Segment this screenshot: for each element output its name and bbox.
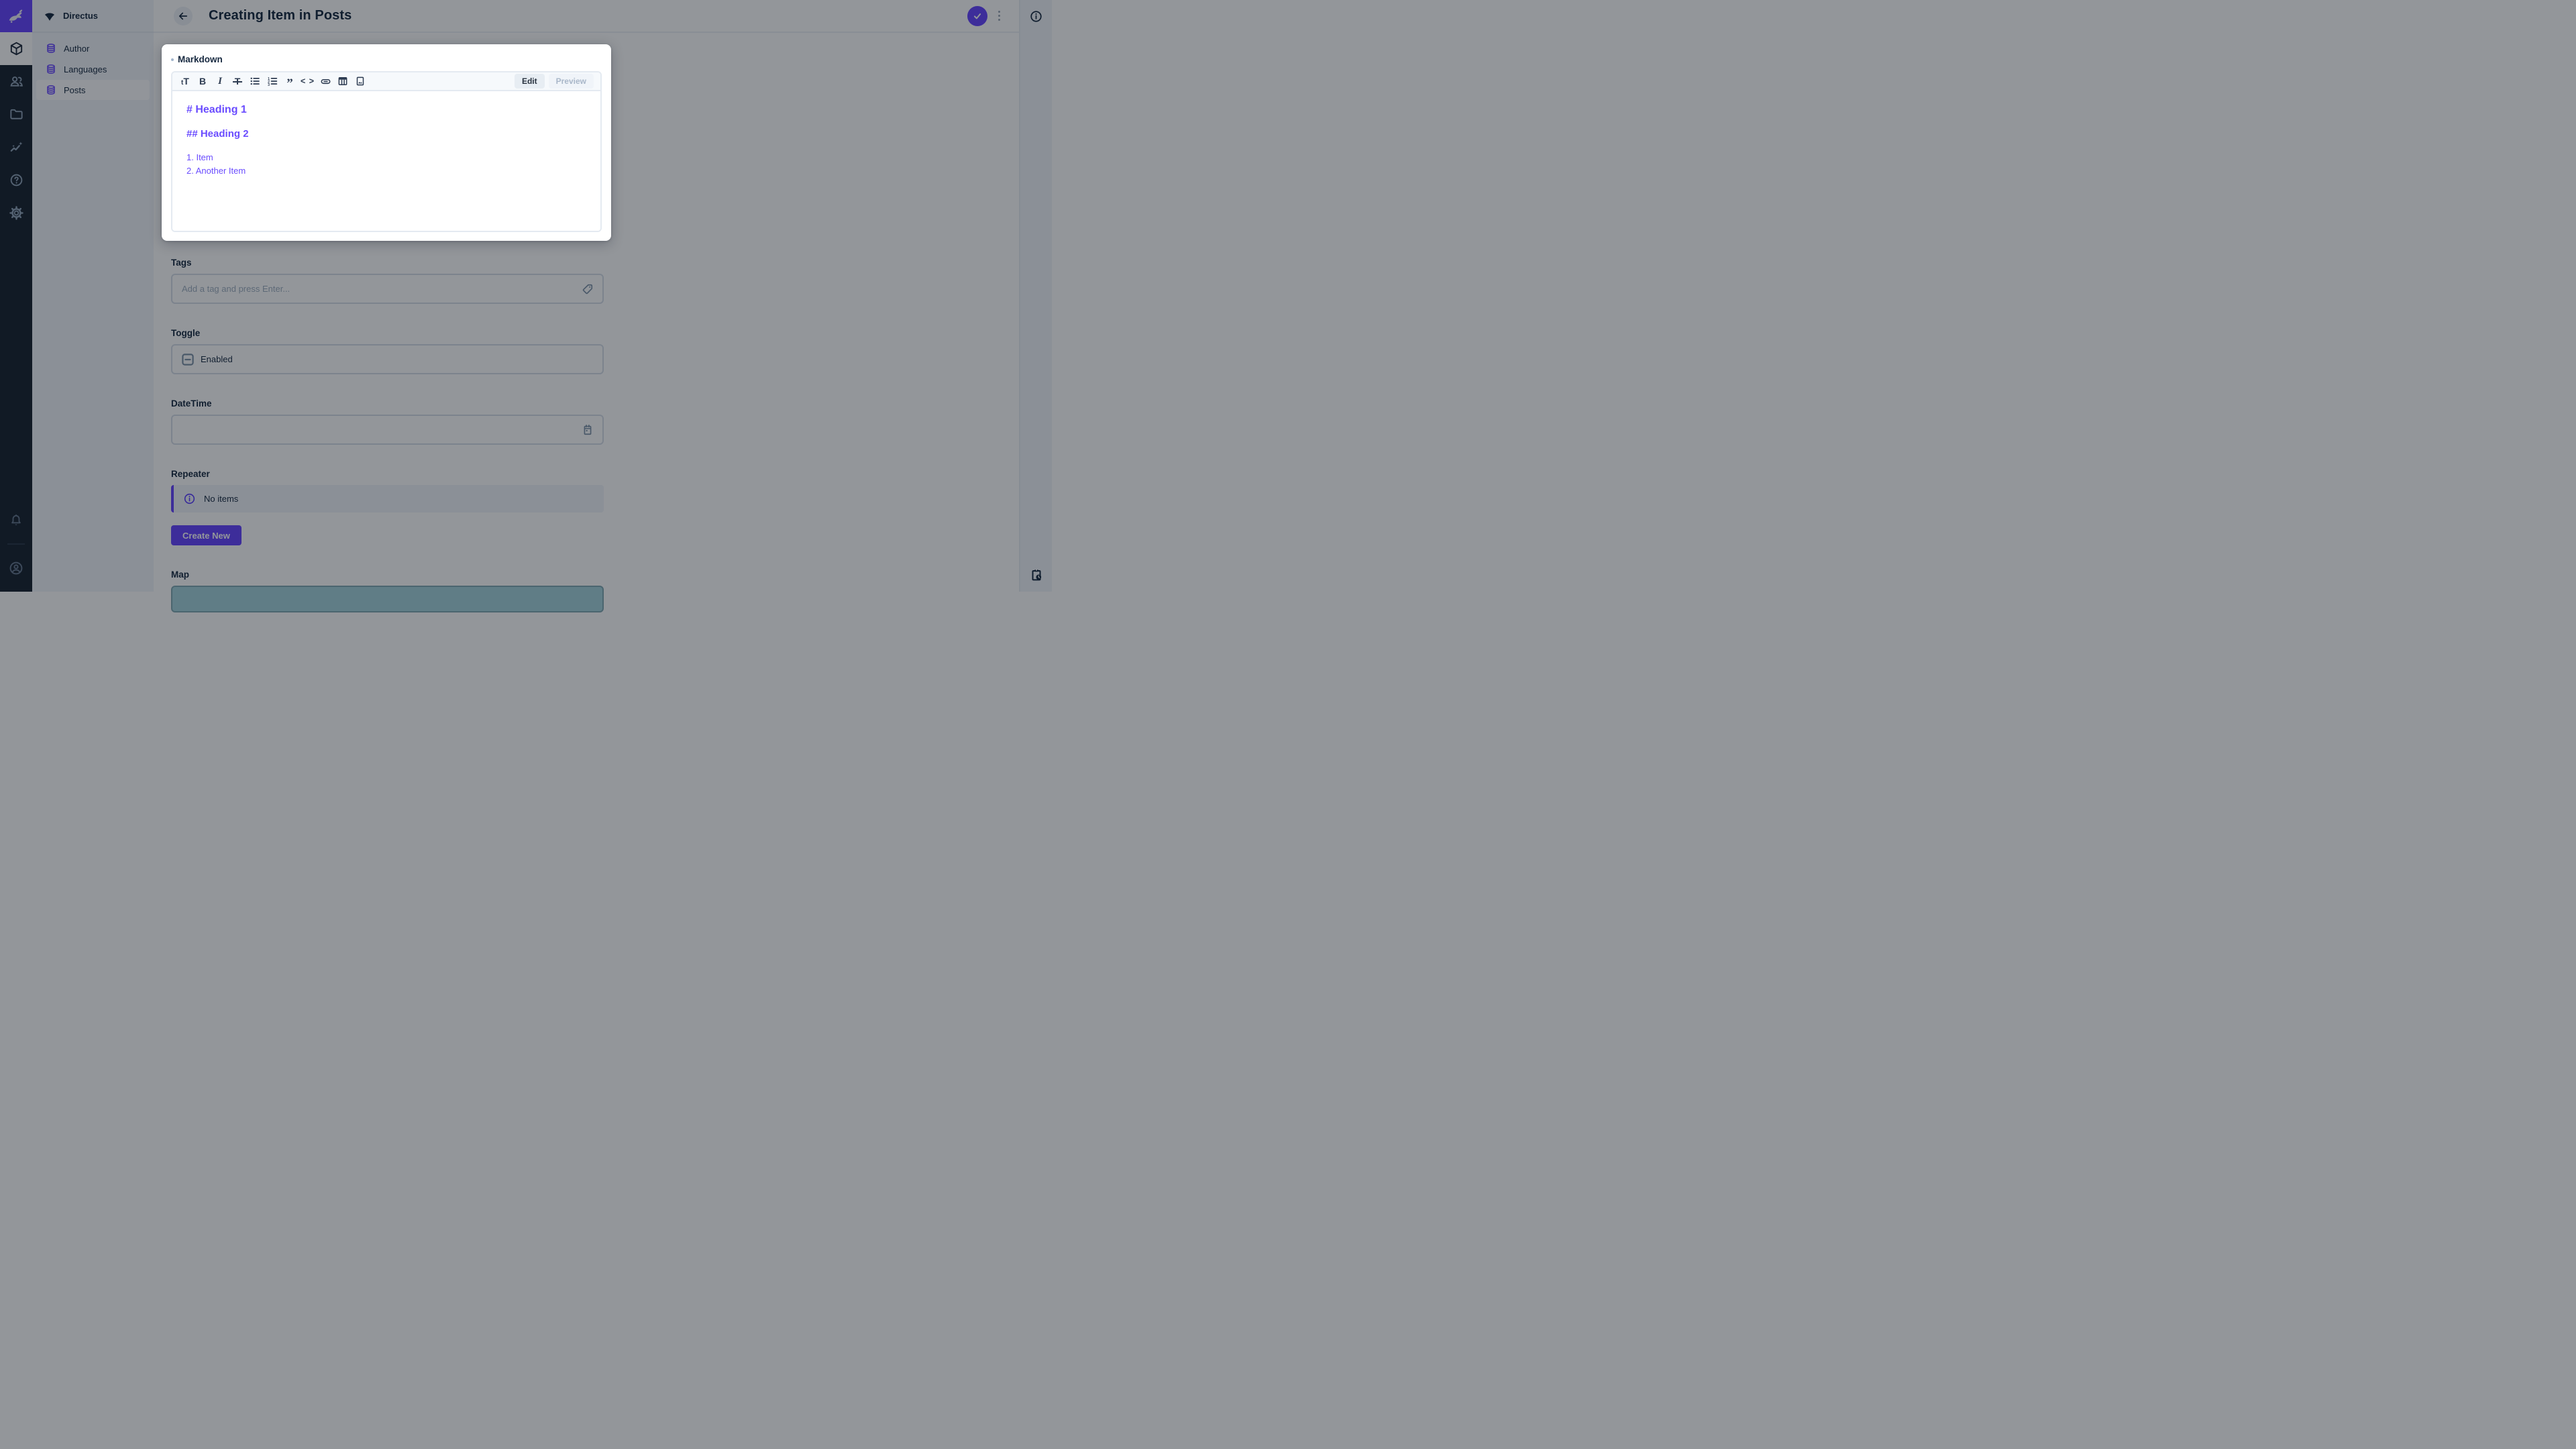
image-button[interactable] [352, 72, 369, 90]
markdown-toolbar: tT B I T 1 2 3 ” < > Edit Preview [172, 72, 600, 91]
edit-tab[interactable]: Edit [514, 74, 545, 89]
blockquote-button[interactable]: ” [281, 72, 299, 90]
code-icon: < > [301, 76, 315, 86]
table-button[interactable] [334, 72, 352, 90]
strikethrough-icon: T [232, 76, 242, 87]
heading-button[interactable]: tT [176, 72, 194, 90]
markdown-mode-tabs: Edit Preview [514, 74, 596, 89]
svg-text:3: 3 [268, 83, 270, 87]
bullet-list-icon [250, 77, 260, 85]
markdown-textarea[interactable]: # Heading 1 ## Heading 2 1. Item 2. Anot… [172, 91, 600, 231]
markdown-line: 2. Another Item [186, 166, 246, 176]
markdown-field-card: Markdown tT B I T 1 2 3 ” < > Edit Previ… [162, 44, 611, 241]
bullet-list-button[interactable] [246, 72, 264, 90]
numbered-list-icon: 123 [268, 77, 278, 87]
bold-button[interactable]: B [194, 72, 211, 90]
table-icon [338, 77, 347, 85]
markdown-field-label: Markdown [178, 54, 223, 64]
blockquote-icon: ” [286, 76, 293, 91]
strikethrough-button[interactable]: T [229, 72, 246, 90]
markdown-line: # Heading 1 [186, 104, 247, 115]
code-button[interactable]: < > [299, 72, 317, 90]
link-icon [321, 78, 331, 84]
markdown-editor: tT B I T 1 2 3 ” < > Edit Preview # Head… [171, 71, 602, 232]
markdown-line: ## Heading 2 [186, 128, 249, 140]
preview-tab[interactable]: Preview [548, 74, 594, 89]
numbered-list-button[interactable]: 123 [264, 72, 281, 90]
bold-icon: B [199, 76, 207, 87]
edited-dot [171, 58, 174, 61]
italic-button[interactable]: I [211, 72, 229, 90]
italic-icon: I [218, 75, 222, 87]
link-button[interactable] [317, 72, 334, 90]
image-icon [356, 76, 364, 86]
markdown-line: 1. Item [186, 152, 213, 162]
markdown-field-label-row: Markdown [171, 54, 602, 64]
